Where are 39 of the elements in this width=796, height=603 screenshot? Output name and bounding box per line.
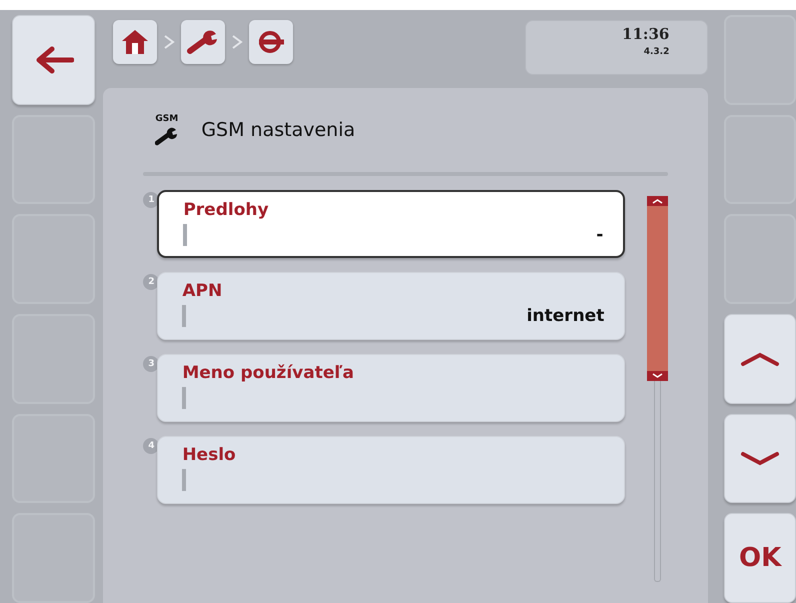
breadcrumb-button[interactable] [181, 20, 226, 64]
item-value: internet [526, 306, 604, 326]
chevron-down-icon [740, 450, 780, 466]
list-item[interactable]: APN internet [157, 272, 626, 340]
cursor-mark [182, 387, 186, 409]
list-item[interactable]: Heslo [157, 436, 626, 504]
item-label: Meno používateľa [182, 363, 355, 383]
chevron-up-icon [740, 350, 780, 367]
breadcrumb-button[interactable] [249, 20, 294, 64]
cursor-mark [182, 305, 186, 327]
down-button[interactable] [724, 414, 796, 504]
item-number: 2 [143, 274, 160, 290]
home-icon [120, 28, 150, 56]
up-button[interactable] [724, 314, 796, 404]
item-value: - [596, 225, 604, 245]
back-button[interactable] [12, 15, 96, 105]
list-item[interactable]: Meno používateľa [157, 354, 626, 422]
item-label: APN [182, 281, 224, 301]
cursor-mark [183, 224, 188, 246]
chevron-right-icon [163, 34, 176, 50]
scroll-down-icon[interactable] [647, 371, 668, 381]
cursor-mark [182, 469, 186, 491]
list-item[interactable]: Predlohy - [157, 190, 626, 258]
clock-time: 11:36 [622, 25, 670, 43]
item-number: 4 [143, 438, 160, 454]
item-number: 1 [143, 192, 160, 208]
item-label: Heslo [182, 445, 237, 465]
icon-label: GSM [155, 114, 178, 124]
version-text: 4.3.2 [644, 47, 670, 57]
item-number: 3 [143, 356, 160, 372]
back-arrow-icon [34, 46, 74, 74]
wrench-icon [155, 126, 180, 146]
page-title: GSM nastavenia [201, 119, 356, 141]
breadcrumb-button[interactable] [113, 20, 158, 64]
chevron-right-icon [231, 34, 244, 50]
scroll-up-icon[interactable] [647, 196, 668, 206]
ok-button[interactable]: OK [724, 513, 796, 603]
wrench-icon [187, 29, 220, 55]
item-label: Predlohy [183, 200, 270, 220]
